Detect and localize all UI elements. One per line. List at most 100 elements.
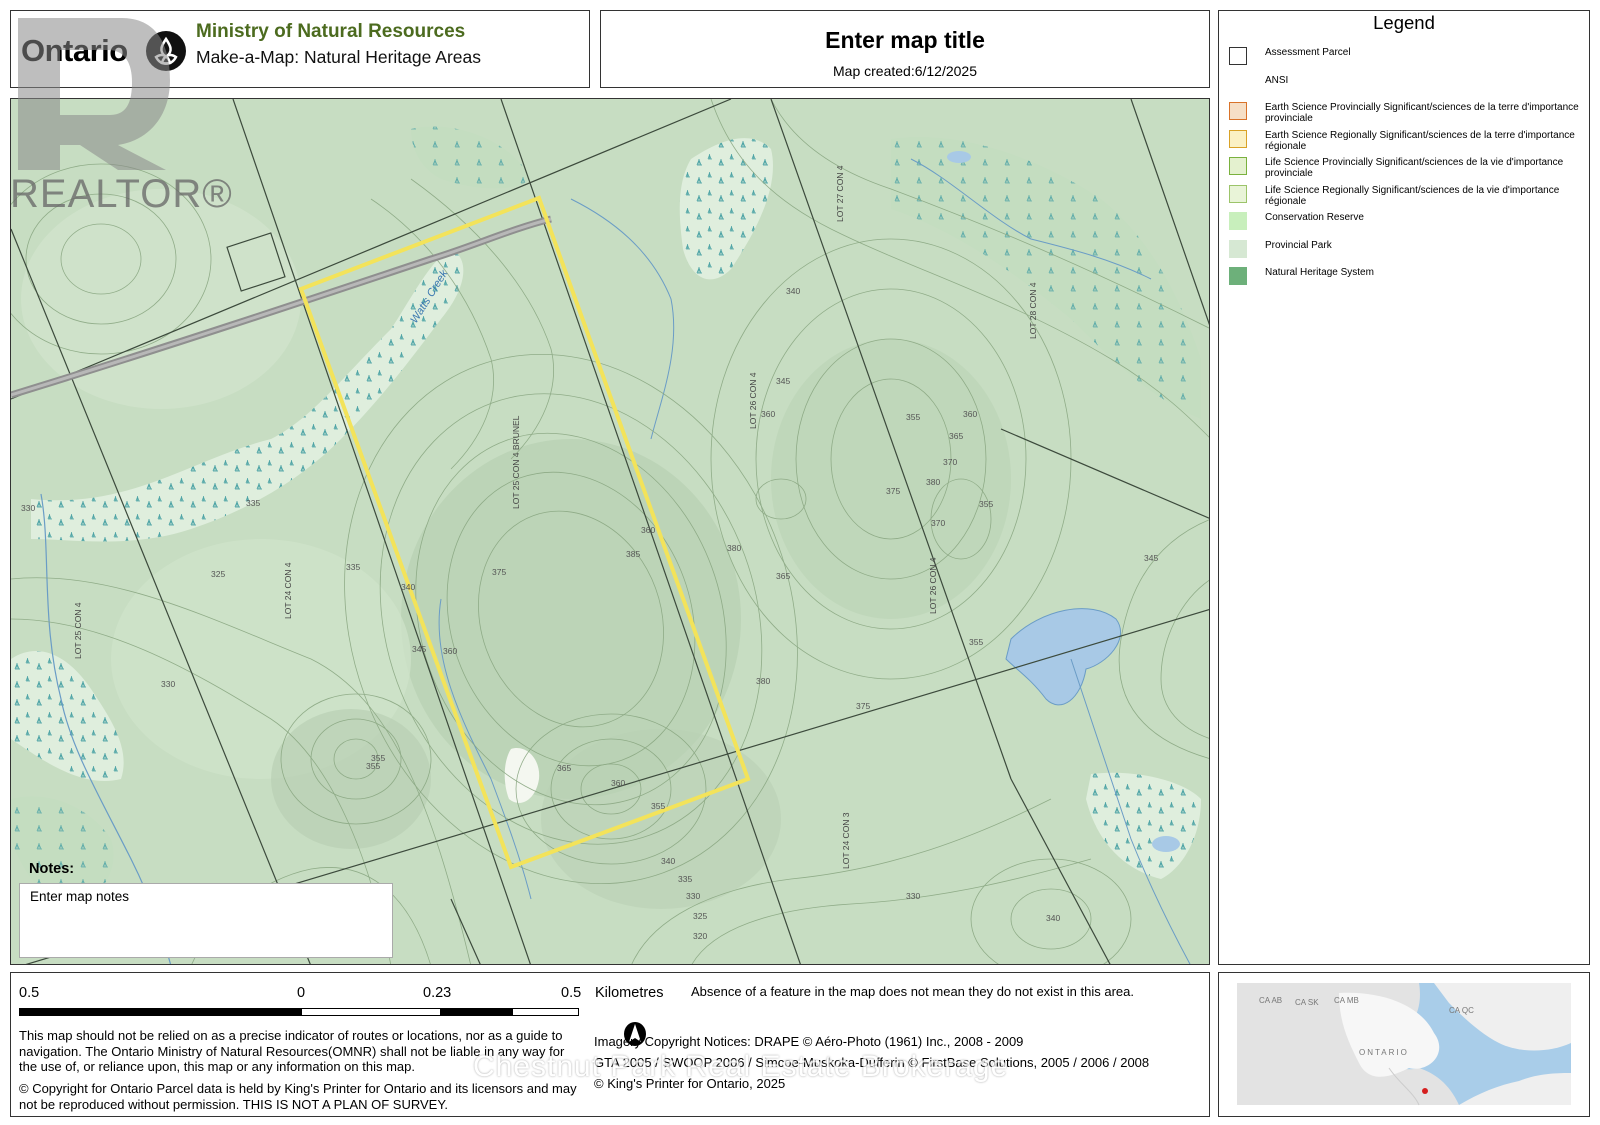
contour-label: 365	[776, 571, 790, 581]
contour-label: 370	[931, 518, 945, 528]
contour-label: 345	[776, 376, 790, 386]
inset-label: CA AB	[1259, 996, 1282, 1005]
contour-label: 330	[906, 891, 920, 901]
contour-label: 355	[906, 412, 920, 422]
scale-label-right: 0.5	[561, 985, 582, 1001]
ministry-name: Ministry of Natural Resources	[196, 21, 466, 42]
contour-label: 335	[346, 562, 360, 572]
legend-swatch-icon	[1229, 47, 1247, 65]
legend-label: Natural Heritage System	[1265, 267, 1374, 278]
contour-label: 360	[761, 409, 775, 419]
lot-label: LOT 25 CON 4 BRUNEL	[511, 415, 521, 509]
notes-label: Notes:	[29, 861, 75, 877]
contour-label: 330	[686, 891, 700, 901]
topographic-map: Watts Creek LOT 27 CON 4 LOT 28 CON 4 LO…	[11, 99, 1209, 964]
contour-label: 360	[963, 409, 977, 419]
legend-item: ANSI	[1229, 75, 1579, 93]
contour-label: 330	[161, 679, 175, 689]
contour-label: 355	[969, 637, 983, 647]
contour-label: 325	[211, 569, 225, 579]
contour-label: 340	[786, 286, 800, 296]
contour-label: 340	[661, 856, 675, 866]
legend-swatch-icon	[1229, 212, 1247, 230]
map-title[interactable]: Enter map title	[601, 27, 1209, 54]
scale-label-zero: 0	[297, 985, 306, 1001]
notes-text: Enter map notes	[30, 889, 130, 904]
contour-label: 370	[943, 457, 957, 467]
lot-label: LOT 26 CON 4	[928, 557, 938, 614]
contour-label: 380	[756, 676, 770, 686]
ontario-logo-text: Ontario	[21, 33, 128, 68]
legend-swatch-icon	[1229, 157, 1247, 175]
legend-label: ANSI	[1265, 74, 1289, 86]
contour-label: 380	[926, 477, 940, 487]
header-branding: Ontario Ministry of Natural Resources Ma…	[10, 10, 590, 88]
legend-swatch-icon	[1229, 267, 1247, 285]
contour-label: 330	[21, 503, 35, 513]
app-subtitle: Make-a-Map: Natural Heritage Areas	[196, 47, 481, 67]
contour-label: 360	[641, 525, 655, 535]
legend-swatch-icon	[1229, 184, 1247, 203]
contour-label: 365	[949, 431, 963, 441]
legend-item: Natural Heritage System	[1229, 267, 1579, 285]
lot-label: LOT 28 CON 4	[1028, 282, 1038, 339]
lot-label: LOT 26 CON 4	[748, 372, 758, 429]
contour-label: 375	[856, 701, 870, 711]
legend-item: Assessment Parcel	[1229, 47, 1579, 65]
contour-label: 340	[401, 582, 415, 592]
scale-label-mid: 0.23	[423, 985, 452, 1001]
legend-panel: Legend Assessment Parcel ANSI Earth Scienc…	[1218, 10, 1590, 965]
contour-label: 360	[443, 646, 457, 656]
legend-item: Earth Science Provincially Significant/s…	[1229, 102, 1579, 124]
copyright-text: © Copyright for Ontario Parcel data is h…	[19, 1081, 577, 1112]
legend-item: Earth Science Regionally Significant/sci…	[1229, 129, 1579, 152]
map-created-date: Map created:6/12/2025	[833, 63, 977, 79]
contour-label: 355	[979, 499, 993, 509]
scale-bar-white-2	[512, 1008, 579, 1016]
legend-swatch-icon	[1229, 239, 1247, 258]
legend-label: Earth Science Provincially Significant/s…	[1265, 102, 1579, 124]
legend-label: Assessment Parcel	[1265, 47, 1351, 58]
legend-heading: Legend	[1373, 12, 1435, 33]
legend-swatch-icon	[1229, 129, 1247, 148]
legend-swatch-icon	[1229, 75, 1247, 93]
contour-label: 375	[886, 486, 900, 496]
absence-note: Absence of a feature in the map does not…	[691, 984, 1134, 999]
imagery-notice-1: Imagery Copyright Notices: DRAPE © Aéro-…	[594, 1034, 1024, 1049]
scale-label-left: 0.5	[19, 985, 40, 1001]
lot-label: LOT 27 CON 4	[835, 165, 845, 222]
scale-bar-black	[19, 1008, 302, 1016]
map-canvas[interactable]: Watts Creek LOT 27 CON 4 LOT 28 CON 4 LO…	[10, 98, 1210, 965]
brokerage-watermark: Chestnut Park Real Estate Brokerage	[473, 1050, 1009, 1083]
inset-label: CA QC	[1449, 1006, 1474, 1015]
contour-label: 340	[1046, 913, 1060, 923]
legend-item: Life Science Regionally Significant/scie…	[1229, 184, 1579, 207]
lot-label: LOT 24 CON 4	[283, 562, 293, 619]
legend-label: Conservation Reserve	[1265, 212, 1364, 223]
contour-label: 335	[246, 498, 260, 508]
contour-label: 325	[693, 911, 707, 921]
legend-item: Conservation Reserve	[1229, 212, 1579, 230]
contour-label: 355	[366, 761, 380, 771]
contour-label: 335	[678, 874, 692, 884]
notes-input[interactable]: Enter map notes	[19, 883, 393, 958]
contour-label: 365	[557, 763, 571, 773]
legend-label: Life Science Provincially Significant/sc…	[1265, 157, 1564, 179]
legend-label: Life Science Regionally Significant/scie…	[1265, 184, 1560, 207]
contour-label: 345	[1144, 553, 1158, 563]
legend-item: Life Science Provincially Significant/sc…	[1229, 157, 1579, 179]
legend-label: Earth Science Regionally Significant/sci…	[1265, 129, 1575, 152]
contour-label: 385	[626, 549, 640, 559]
inset-map: CA AB CA SK CA MB CA QC ONTARIO	[1218, 972, 1590, 1117]
scale-bar-black-2	[440, 1008, 513, 1016]
contour-label: 320	[693, 931, 707, 941]
footer-panel: 0.5 0 0.23 0.5 Kilometres Absence of a f…	[10, 972, 1210, 1117]
lot-label: LOT 24 CON 3	[841, 812, 851, 869]
map-title-box: Enter map title Map created:6/12/2025	[600, 10, 1210, 88]
scale-unit: Kilometres	[595, 985, 664, 1001]
legend-swatch-icon	[1229, 102, 1247, 120]
contour-label: 355	[651, 801, 665, 811]
inset-label: CA SK	[1295, 998, 1319, 1007]
contour-label: 380	[727, 543, 741, 553]
contour-label: 345	[412, 644, 426, 654]
